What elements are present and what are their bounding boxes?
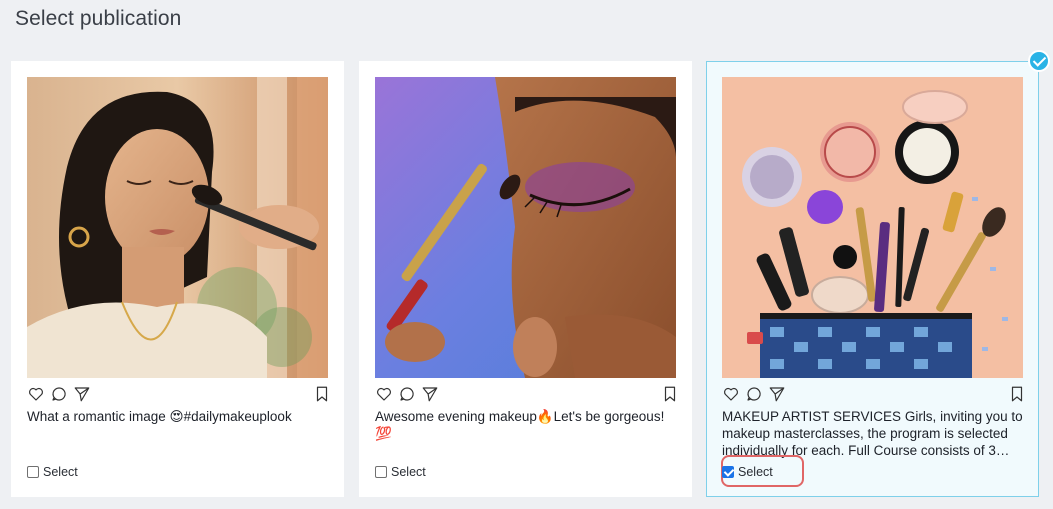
share-icon[interactable] <box>73 385 91 403</box>
post-caption: What a romantic image 😍#dailymakeuplook <box>27 409 292 424</box>
heart-icon[interactable] <box>375 385 393 403</box>
heart-icon[interactable] <box>27 385 45 403</box>
bookmark-icon[interactable] <box>661 385 679 403</box>
post-caption: Awesome evening makeup🔥Let's be gorgeous… <box>375 409 665 441</box>
post-image-flatlay[interactable] <box>722 77 1023 378</box>
share-icon[interactable] <box>768 385 786 403</box>
post-card-1[interactable]: What a romantic image 😍#dailymakeuplook … <box>11 61 344 497</box>
select-label[interactable]: Select <box>43 465 78 479</box>
portrait-makeup-brush-image <box>27 77 328 378</box>
select-checkbox[interactable] <box>375 466 387 478</box>
comment-icon[interactable] <box>50 385 68 403</box>
page-title: Select publication <box>15 7 182 30</box>
select-checkbox-checked[interactable] <box>722 466 734 478</box>
post-card-3-selected[interactable]: MAKEUP ARTIST SERVICES Girls, inviting y… <box>706 61 1039 497</box>
bookmark-icon[interactable] <box>313 385 331 403</box>
select-checkbox-row[interactable]: Select <box>27 464 78 480</box>
comment-icon[interactable] <box>398 385 416 403</box>
post-caption: MAKEUP ARTIST SERVICES Girls, inviting y… <box>722 409 1023 458</box>
makeup-flatlay-image <box>722 77 1023 378</box>
post-image-portrait[interactable] <box>27 77 328 378</box>
post-card-2[interactable]: Awesome evening makeup🔥Let's be gorgeous… <box>359 61 692 497</box>
eyeshadow-closeup-image <box>375 77 676 378</box>
select-checkbox-row[interactable]: Select <box>375 464 426 480</box>
select-checkbox-row[interactable]: Select <box>721 455 804 487</box>
checkmark-icon <box>1028 50 1050 72</box>
share-icon[interactable] <box>421 385 439 403</box>
post-image-eyeshadow[interactable] <box>375 77 676 378</box>
heart-icon[interactable] <box>722 385 740 403</box>
select-checkbox[interactable] <box>27 466 39 478</box>
select-label[interactable]: Select <box>391 465 426 479</box>
comment-icon[interactable] <box>745 385 763 403</box>
bookmark-icon[interactable] <box>1008 385 1026 403</box>
